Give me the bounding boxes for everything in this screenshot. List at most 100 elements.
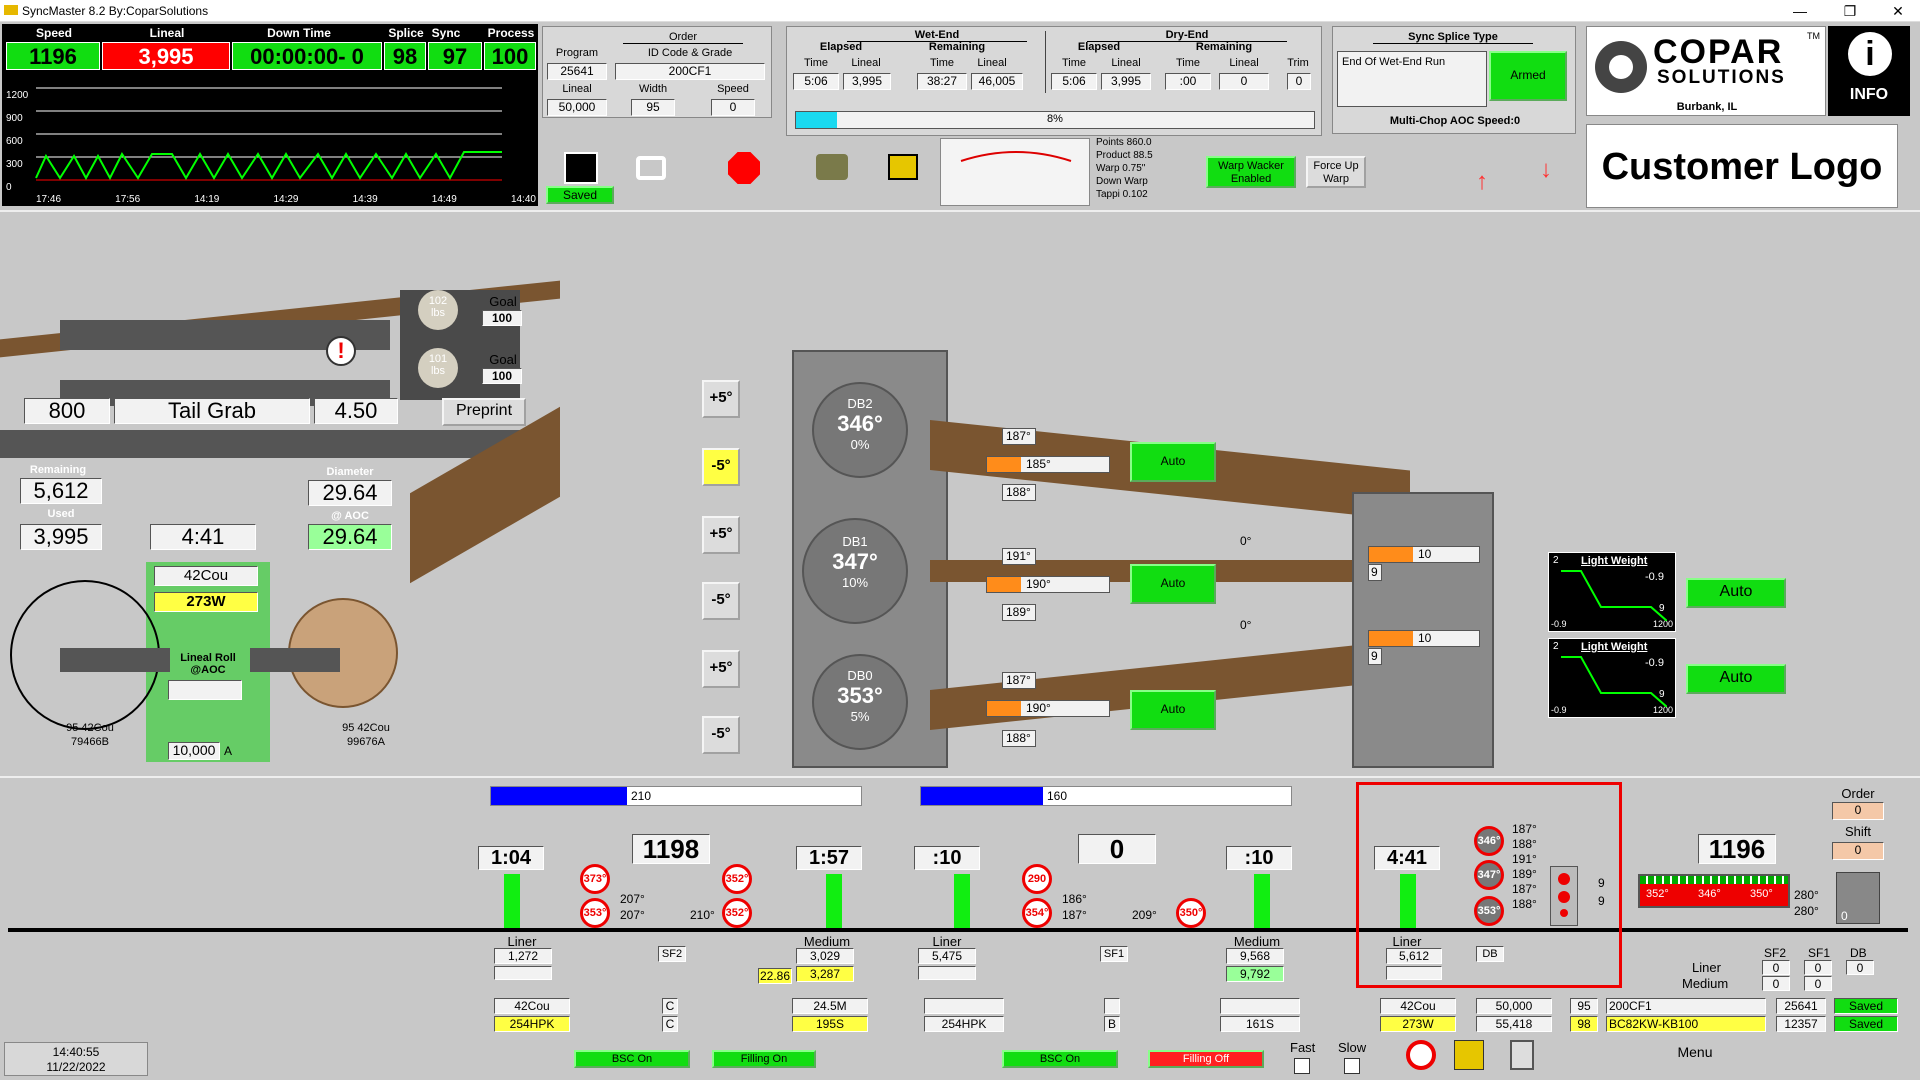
y-tick: 1200	[6, 90, 29, 101]
medium2-green: 9,792	[1226, 966, 1284, 982]
repeat-icon[interactable]	[636, 156, 666, 180]
x-tick: 14:29	[273, 194, 299, 205]
filling-on-button[interactable]: Filling On	[712, 1050, 816, 1068]
armed-button[interactable]: Armed	[1489, 51, 1567, 101]
close-button[interactable]: ✕	[1880, 2, 1916, 20]
stop-icon[interactable]	[728, 152, 760, 184]
db0-auto-button[interactable]: Auto	[1130, 690, 1216, 730]
warp-stat: Tappi 0.102	[1096, 189, 1148, 200]
progress-bar: 8%	[795, 111, 1315, 129]
downtime-value: 00:00:00- 0	[232, 42, 382, 70]
db0-t1: 187°	[1002, 672, 1036, 689]
db-temps: 187° 188° 191° 189° 187° 188°	[1512, 822, 1537, 912]
saved-status-2[interactable]: Saved	[1834, 1016, 1898, 1032]
saved-status[interactable]: Saved	[1834, 998, 1898, 1014]
db-temp: 191°	[1512, 852, 1537, 866]
sf2-temp-b: 207°	[620, 908, 645, 922]
dry-remaining-time: :00	[1165, 73, 1211, 90]
medium1-value: 3,029	[796, 948, 854, 964]
liner-row-label: Liner	[1692, 960, 1721, 975]
lightweight-auto-1[interactable]: Auto	[1686, 578, 1786, 608]
weight-unit: lbs	[430, 307, 446, 319]
liner2-blank	[918, 966, 976, 980]
slow-checkbox[interactable]	[1344, 1058, 1360, 1074]
wet-dry-panel: Wet-End Elapsed Remaining Time Lineal Ti…	[786, 26, 1322, 136]
forklift-icon[interactable]	[888, 154, 918, 180]
db-n2: 9	[1598, 894, 1605, 908]
lineal-roll-input[interactable]	[168, 680, 242, 700]
medium1-preheat-bottom: 352°	[722, 898, 752, 928]
grade-4	[1220, 998, 1300, 1014]
saved-button[interactable]: Saved	[546, 186, 614, 204]
sf2-speed: 1198	[632, 834, 710, 864]
aoc-label: @ AOC	[331, 510, 369, 522]
liner1-time: 1:04	[478, 846, 544, 870]
clock: 14:40:55 11/22/2022	[4, 1042, 148, 1076]
weight-2: 101 lbs	[418, 353, 458, 377]
db0-minus5-button[interactable]: -5°	[702, 716, 740, 754]
preprint-button[interactable]: Preprint	[442, 398, 526, 426]
shift-count: 0	[1832, 842, 1884, 860]
target-icon[interactable]	[1406, 1040, 1436, 1070]
db2-plus5-button[interactable]: +5°	[702, 380, 740, 418]
grade-2b: 195S	[792, 1016, 868, 1032]
liner1-value: 1,272	[494, 948, 552, 964]
db2-t3: 188°	[1002, 484, 1036, 501]
wet-remaining-time: 38:27	[917, 73, 967, 90]
bsc-on-button-2[interactable]: BSC On	[1002, 1050, 1118, 1068]
warp-stat: Points 860.0	[1096, 137, 1152, 148]
warp-curve	[960, 151, 1072, 162]
info-button[interactable]: i INFO	[1828, 26, 1910, 116]
knife-unit: 0	[1836, 872, 1880, 924]
sf2-bar: 210	[490, 786, 862, 806]
db2-minus5-button[interactable]: -5°	[702, 448, 740, 486]
db-header: DB	[1850, 946, 1867, 960]
chart-x-labels: 17:46 17:56 14:19 14:29 14:39 14:49 14:4…	[36, 194, 536, 205]
db-temp: 188°	[1512, 897, 1537, 911]
filling-off-button[interactable]: Filling Off	[1148, 1050, 1264, 1068]
truck-icon[interactable]	[816, 154, 848, 180]
liner3-blank	[1386, 966, 1442, 980]
sync-mode[interactable]: End Of Wet-End Run	[1337, 51, 1487, 107]
db1-plus5-button[interactable]: +5°	[702, 516, 740, 554]
sf2-header: SF2	[1764, 946, 1787, 960]
grade-5b: 273W	[1380, 1016, 1456, 1032]
fast-checkbox[interactable]	[1294, 1058, 1310, 1074]
camera-icon[interactable]	[564, 152, 598, 184]
force-up-warp-button[interactable]: Force Up Warp	[1306, 156, 1366, 188]
remaining-label: Remaining	[29, 464, 87, 476]
warp-wacker-button[interactable]: Warp Wacker Enabled	[1206, 156, 1296, 188]
menu-button[interactable]: Menu	[1650, 1044, 1740, 1060]
grade-3b: 254HPK	[924, 1016, 1004, 1032]
maximize-button[interactable]: ❐	[1832, 2, 1868, 20]
db1-auto-button[interactable]: Auto	[1130, 564, 1216, 604]
db0-plus5-button[interactable]: +5°	[702, 650, 740, 688]
warp-up-icon[interactable]: ↑	[1476, 168, 1506, 198]
grade-5: 42Cou	[1380, 998, 1456, 1014]
lw1-curve	[1561, 570, 1667, 621]
sf1-header: SF1	[1808, 946, 1831, 960]
warp-stats: Points 860.0 Product 88.5 Warp 0.75" Dow…	[1096, 136, 1153, 201]
minimize-button[interactable]: —	[1782, 2, 1818, 20]
speed-value: 1196	[6, 42, 100, 70]
hazard-icon[interactable]	[1454, 1040, 1484, 1070]
medium1-yellow: 3,287	[796, 966, 854, 982]
liner1-blank	[494, 966, 552, 980]
lineal-label: Lineal	[562, 83, 592, 95]
diameter-label: Diameter	[326, 466, 374, 478]
db1-minus5-button[interactable]: -5°	[702, 582, 740, 620]
remaining-value: 5,612	[20, 478, 102, 504]
lightweight-auto-2[interactable]: Auto	[1686, 664, 1786, 694]
trim-label: Trim	[1287, 57, 1309, 69]
bsc-on-button-1[interactable]: BSC On	[574, 1050, 690, 1068]
window-title: SyncMaster 8.2 By:CoparSolutions	[22, 4, 209, 18]
alert-icon[interactable]: !	[326, 336, 356, 366]
db2-auto-button[interactable]: Auto	[1130, 442, 1216, 482]
wrap2-s: 9	[1368, 648, 1382, 665]
warp-down-icon[interactable]: ↓	[1540, 156, 1570, 186]
db1-t1: 191°	[1002, 548, 1036, 565]
sf2-preheat-bottom: 353°	[580, 898, 610, 928]
arm-right	[250, 648, 340, 672]
tool-icon[interactable]	[1510, 1040, 1534, 1070]
used-label: Used	[47, 508, 75, 520]
